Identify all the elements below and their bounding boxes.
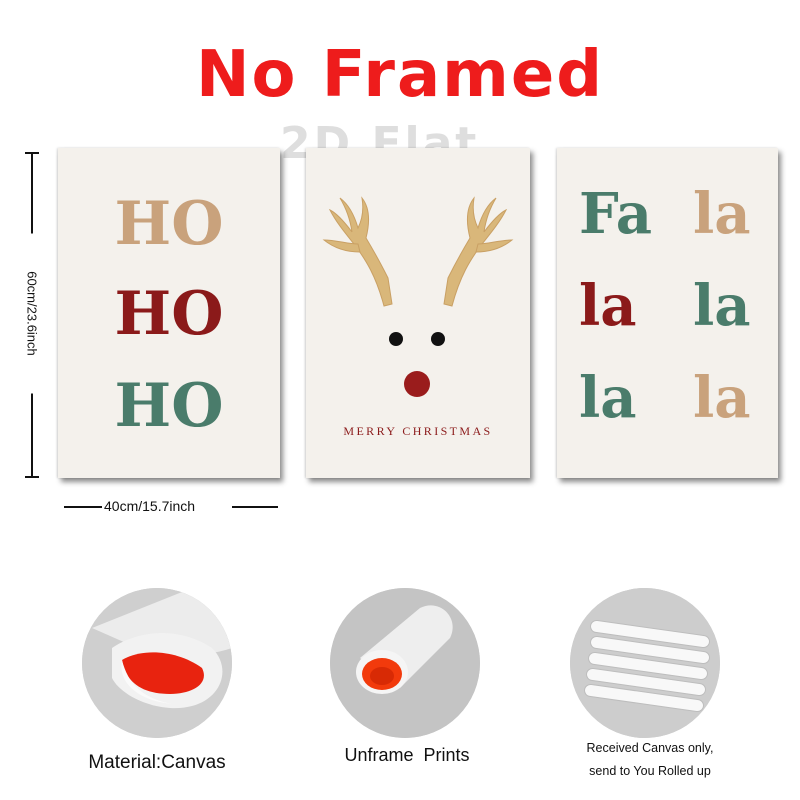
height-dimension-label: 60cm/23.6inch [24, 233, 40, 394]
poster-ho-ho-ho: HO HO HO [58, 148, 280, 478]
height-dimension-bottom-tick [25, 476, 39, 478]
reindeer-eye-right [431, 332, 445, 346]
page-title: No Framed [195, 38, 605, 112]
width-dimension-label: 40cm/15.7inch [104, 498, 196, 514]
poster-word-3: la [579, 273, 637, 339]
feature-caption-received-line-1: Received Canvas only, [586, 741, 714, 755]
feature-caption-material: Material:Canvas [88, 752, 226, 773]
width-dimension-line-left [64, 506, 102, 508]
poster-ho-line-3: HO [114, 371, 224, 441]
poster-word-2: la [693, 181, 751, 247]
canvas-roll-icon [82, 588, 232, 738]
feature-caption-unframe: Unframe Prints [344, 745, 470, 765]
poster-caption: MERRY CHRISTMAS [343, 424, 493, 438]
reindeer-eye-left [389, 332, 403, 346]
poster-fa-la-la: Fa la la la la la [557, 148, 778, 478]
poster-word-5: la [579, 365, 637, 431]
poster-word-6: la [693, 365, 751, 431]
rolled-canvases-icon [570, 588, 720, 738]
height-dimension-top-tick [25, 152, 39, 154]
poster-merry-christmas: MERRY CHRISTMAS [306, 148, 530, 478]
canvas-tube-icon [330, 588, 480, 738]
poster-word-4: la [693, 273, 751, 339]
reindeer-antlers-icon [322, 196, 514, 397]
width-dimension-line-right [232, 506, 278, 508]
reindeer-nose [404, 371, 430, 397]
poster-word-1: Fa [579, 181, 652, 247]
feature-caption-received-line-2: send to You Rolled up [589, 764, 711, 778]
poster-ho-line-2: HO [114, 279, 224, 349]
poster-ho-line-1: HO [114, 189, 224, 259]
